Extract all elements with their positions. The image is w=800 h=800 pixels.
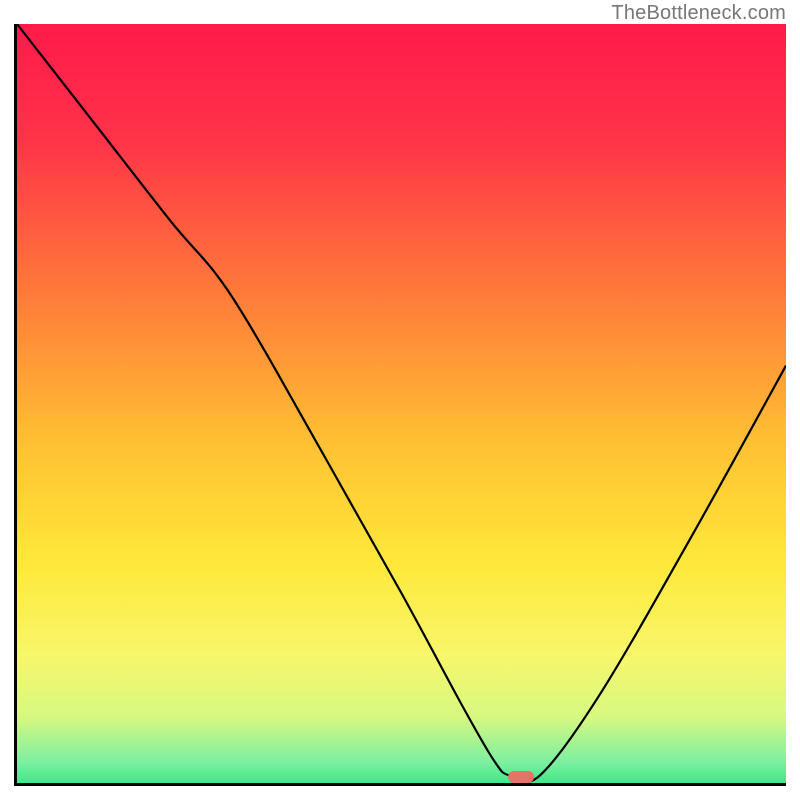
chart-curve [17, 24, 786, 783]
chart-plot-area [14, 24, 786, 786]
watermark-text: TheBottleneck.com [611, 2, 786, 25]
optimal-point-marker [508, 771, 534, 783]
bottleneck-curve-path [17, 24, 786, 782]
